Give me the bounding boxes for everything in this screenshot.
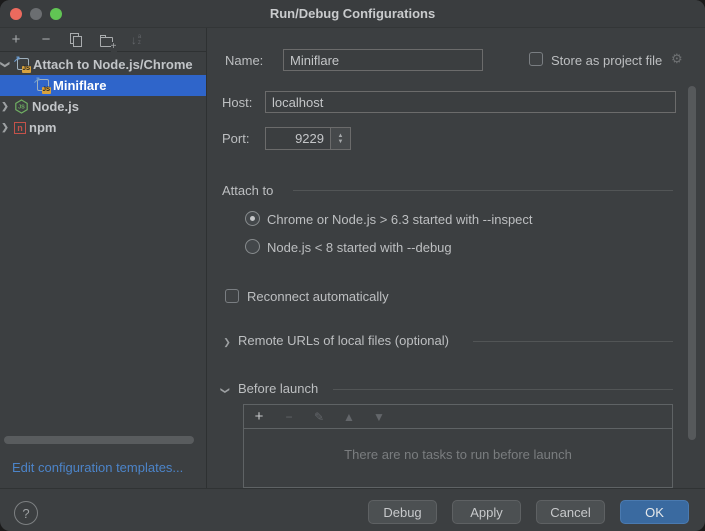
tree-item-label: Node.js	[32, 99, 79, 114]
before-launch-section-title[interactable]: Before launch	[238, 381, 318, 396]
tree-item-nodejs[interactable]: ❯ JS Node.js	[0, 96, 207, 117]
tree-item-attach-to-nodejs-chrome[interactable]: ❯ ↗JS Attach to Node.js/Chrome	[0, 54, 207, 75]
chevron-right-icon[interactable]: ❯	[0, 122, 10, 133]
edit-configuration-templates-link[interactable]: Edit configuration templates...	[12, 460, 183, 475]
run-debug-configurations-dialog: Run/Debug Configurations + − ↓az ❯ ↗JS A…	[0, 0, 705, 531]
titlebar: Run/Debug Configurations	[0, 0, 705, 28]
name-label: Name:	[225, 49, 263, 71]
remove-configuration-icon[interactable]: −	[38, 32, 54, 48]
attach-nodejs-chrome-icon: ↗JS	[34, 78, 50, 93]
configurations-sidebar: + − ↓az ❯ ↗JS Attach to Node.js/Chrome ↗…	[0, 28, 207, 488]
before-launch-panel: + − ✎ ▲ ▼ There are no tasks to run befo…	[243, 404, 673, 488]
add-configuration-icon[interactable]: +	[8, 32, 24, 48]
reconnect-automatically-checkbox[interactable]	[225, 289, 239, 303]
move-task-down-icon: ▼	[372, 410, 386, 424]
name-input[interactable]	[283, 49, 483, 71]
sidebar-horizontal-scrollbar[interactable]	[4, 436, 194, 444]
host-input[interactable]	[265, 91, 676, 113]
edit-task-icon: ✎	[312, 410, 326, 424]
chevron-right-icon[interactable]: ❯	[222, 337, 232, 348]
before-launch-empty-message: There are no tasks to run before launch	[244, 447, 672, 462]
before-launch-toolbar: + − ✎ ▲ ▼	[244, 405, 672, 429]
sidebar-toolbar: + − ↓az	[0, 28, 207, 52]
add-task-icon[interactable]: +	[252, 408, 266, 425]
remove-task-icon: −	[282, 410, 296, 424]
npm-icon	[14, 122, 26, 134]
form-vertical-scrollbar[interactable]	[688, 86, 696, 440]
remote-urls-section-title[interactable]: Remote URLs of local files (optional)	[238, 333, 449, 348]
radio-nodejs-debug-label: Node.js < 8 started with --debug	[267, 237, 452, 257]
sort-configurations-icon: ↓az	[128, 32, 144, 48]
gear-icon[interactable]: ⚙	[671, 51, 683, 67]
port-stepper[interactable]: 9229 ▲ ▼	[265, 127, 351, 150]
store-as-project-file-checkbox[interactable]	[529, 52, 543, 66]
section-divider	[473, 341, 673, 342]
chevron-right-icon[interactable]: ❯	[0, 101, 10, 112]
attach-nodejs-chrome-icon: ↗JS	[14, 57, 30, 72]
svg-text:JS: JS	[18, 105, 25, 111]
dialog-footer: ? Debug Apply Cancel OK	[0, 488, 705, 531]
new-folder-icon[interactable]	[98, 32, 114, 48]
port-value[interactable]: 9229	[266, 128, 330, 149]
copy-configuration-icon[interactable]	[68, 32, 84, 48]
tree-item-miniflare[interactable]: ↗JS Miniflare	[0, 75, 207, 96]
section-divider	[293, 190, 673, 191]
help-icon[interactable]: ?	[14, 501, 38, 525]
reconnect-automatically-label: Reconnect automatically	[247, 286, 389, 306]
dialog-title: Run/Debug Configurations	[0, 0, 705, 28]
store-as-project-file-label: Store as project file	[551, 49, 662, 71]
host-label: Host:	[222, 91, 252, 113]
configuration-form: Name: Store as project file ⚙ Host: Port…	[208, 28, 705, 488]
debug-button[interactable]: Debug	[368, 500, 437, 524]
cancel-button[interactable]: Cancel	[536, 500, 605, 524]
chevron-down-icon[interactable]: ❯	[0, 60, 11, 70]
port-label: Port:	[222, 127, 249, 150]
chevron-down-icon[interactable]: ❯	[220, 386, 231, 396]
attach-to-section-title: Attach to	[222, 183, 273, 198]
port-spinner-buttons[interactable]: ▲ ▼	[330, 128, 350, 149]
spinner-down-icon[interactable]: ▼	[338, 139, 344, 145]
ok-button[interactable]: OK	[620, 500, 689, 524]
tree-item-npm[interactable]: ❯ npm	[0, 117, 207, 138]
apply-button[interactable]: Apply	[452, 500, 521, 524]
tree-item-label: npm	[29, 120, 56, 135]
radio-nodejs-debug[interactable]	[245, 239, 260, 254]
tree-item-label: Attach to Node.js/Chrome	[33, 57, 193, 72]
tree-item-label: Miniflare	[53, 78, 106, 93]
nodejs-icon: JS	[14, 99, 29, 114]
radio-chrome-inspect-label: Chrome or Node.js > 6.3 started with --i…	[267, 209, 533, 229]
radio-chrome-inspect[interactable]	[245, 211, 260, 226]
section-divider	[333, 389, 673, 390]
move-task-up-icon: ▲	[342, 410, 356, 424]
